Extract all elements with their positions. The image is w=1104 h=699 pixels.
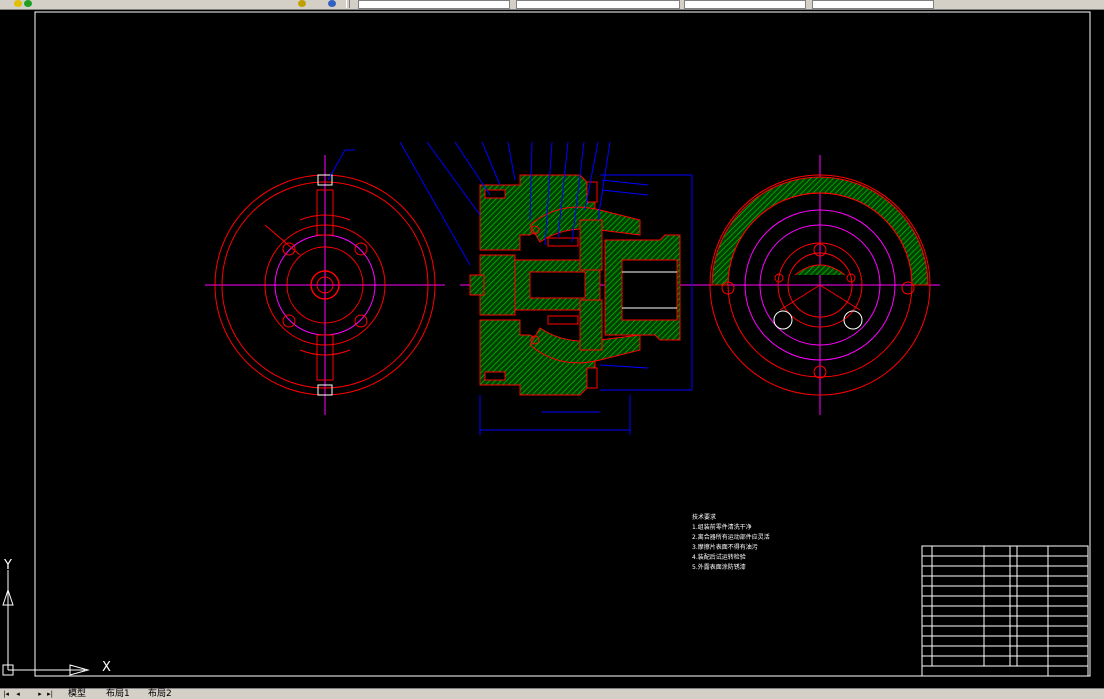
tab-layout1[interactable]: 布局1 [104,689,132,699]
drawing-canvas[interactable]: 技术要求 1.组装前零件清洗干净 2.离合器所有运动部件应灵活 3.摩擦片表面不… [0,10,1104,689]
first-tab-button[interactable]: |◂ [2,690,10,698]
ucs-icon [2,570,90,676]
color-dropdown[interactable] [516,0,680,9]
toolbar-separator [346,0,350,8]
note-line: 5.外露表面涂防锈漆 [692,564,746,571]
last-tab-button[interactable]: ▸| [46,690,54,698]
properties-icon[interactable] [298,0,306,7]
left-end-view [205,149,445,415]
notes-title: 技术要求 [692,514,717,521]
title-block [921,545,1089,677]
prev-tab-button[interactable]: ◂ [14,690,22,698]
layer-icon[interactable] [24,0,32,7]
technical-notes: 技术要求 1.组装前零件清洗干净 2.离合器所有运动部件应灵活 3.摩擦片表面不… [692,513,770,573]
note-line: 1.组装前零件清洗干净 [692,524,752,531]
layer-dropdown[interactable] [358,0,510,9]
section-view [460,174,705,435]
refresh-icon[interactable] [14,0,22,7]
note-line: 4.装配后试运转检验 [692,554,746,561]
note-line: 2.离合器所有运动部件应灵活 [692,534,770,541]
cad-drawing[interactable] [0,10,1104,689]
toolbar [0,0,1104,10]
tab-layout2[interactable]: 布局2 [146,689,174,699]
right-end-view [700,155,940,415]
linetype-dropdown[interactable] [684,0,806,9]
note-line: 3.摩擦片表面不得有油污 [692,544,758,551]
layout-tab-bar: |◂ ◂ ▸ ▸| 模型 布局1 布局2 [0,688,1104,699]
tab-model[interactable]: 模型 [66,689,88,699]
ucs-y-label: Y [4,558,12,573]
settings-icon[interactable] [328,0,336,7]
next-tab-button[interactable]: ▸ [36,690,44,698]
ucs-x-label: X [102,660,111,675]
lineweight-dropdown[interactable] [812,0,934,9]
